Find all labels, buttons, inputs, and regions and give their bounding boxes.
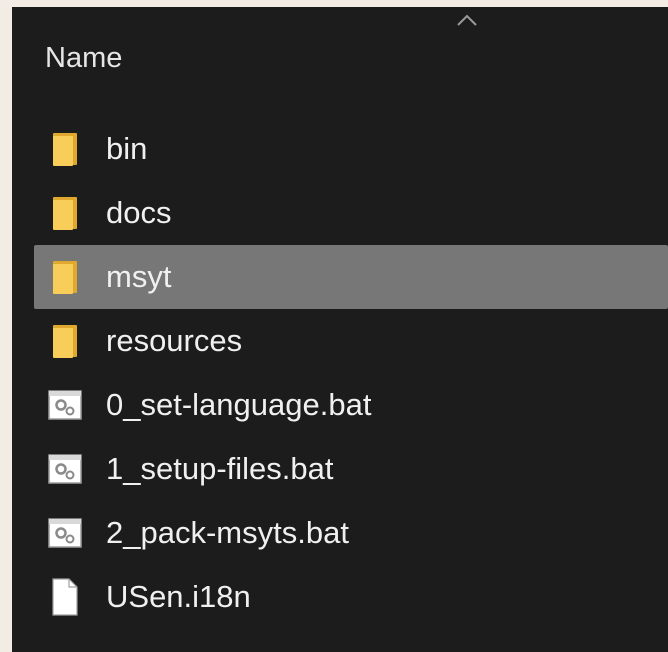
list-item[interactable]: docs bbox=[34, 181, 668, 245]
file-name: bin bbox=[106, 131, 148, 166]
file-name: 1_setup-files.bat bbox=[106, 451, 334, 486]
list-item[interactable]: 1_setup-files.bat bbox=[34, 437, 668, 501]
folder-icon bbox=[48, 130, 82, 168]
list-item[interactable]: 2_pack-msyts.bat bbox=[34, 501, 668, 565]
file-name: USen.i18n bbox=[106, 579, 251, 614]
list-item[interactable]: resources bbox=[34, 309, 668, 373]
file-list: bin docs msyt resources 0_set-language.b… bbox=[34, 117, 668, 629]
file-icon bbox=[48, 578, 82, 616]
chevron-up-icon[interactable] bbox=[455, 13, 479, 27]
file-name: resources bbox=[106, 323, 243, 358]
list-item[interactable]: USen.i18n bbox=[34, 565, 668, 629]
batch-file-icon bbox=[48, 514, 82, 552]
batch-file-icon bbox=[48, 450, 82, 488]
list-item[interactable]: bin bbox=[34, 117, 668, 181]
batch-file-icon bbox=[48, 386, 82, 424]
list-item[interactable]: 0_set-language.bat bbox=[34, 373, 668, 437]
file-name: 0_set-language.bat bbox=[106, 387, 372, 422]
folder-icon bbox=[48, 258, 82, 296]
file-name: msyt bbox=[106, 259, 172, 294]
list-item-selected[interactable]: msyt bbox=[34, 245, 668, 309]
file-name: 2_pack-msyts.bat bbox=[106, 515, 349, 550]
folder-icon bbox=[48, 194, 82, 232]
folder-icon bbox=[48, 322, 82, 360]
file-explorer-pane: Name bin docs msyt resources 0_set-langu… bbox=[12, 7, 668, 652]
file-name: docs bbox=[106, 195, 172, 230]
column-header-name[interactable]: Name bbox=[45, 41, 122, 75]
